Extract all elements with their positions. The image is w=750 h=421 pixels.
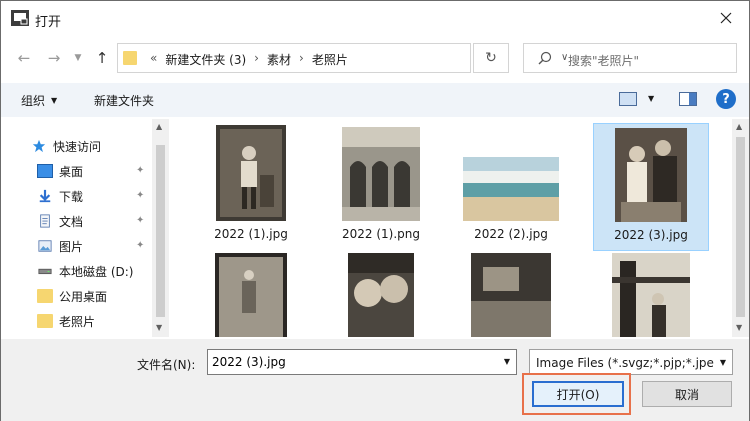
address-bar[interactable]: « 新建文件夹 (3) › 素材 › 老照片 ∨ xyxy=(117,43,568,73)
up-arrow-icon: ↑ xyxy=(95,49,109,67)
filename-input[interactable] xyxy=(208,350,488,374)
organize-label: 组织 xyxy=(21,94,46,108)
folder-icon xyxy=(123,51,137,65)
up-button[interactable]: ↑ xyxy=(93,49,111,67)
close-icon xyxy=(720,12,732,24)
sidebar-item-label: 公用桌面 xyxy=(59,289,108,304)
folder-icon xyxy=(37,289,53,303)
scrollbar-thumb[interactable] xyxy=(736,137,745,317)
breadcrumb-separator[interactable]: › xyxy=(250,51,263,68)
chevron-down-icon[interactable]: ▼ xyxy=(714,350,732,374)
scroll-up-icon[interactable]: ▲ xyxy=(156,122,162,131)
photo-thumbnail xyxy=(216,125,286,221)
photo-thumbnail xyxy=(215,253,287,337)
file-name: 2022 (2).jpg xyxy=(474,227,548,241)
sidebar-item-label: 桌面 xyxy=(59,164,84,179)
scroll-down-icon[interactable]: ▼ xyxy=(736,323,742,332)
photo-thumbnail xyxy=(612,253,690,337)
breadcrumb-item[interactable]: 素材 xyxy=(263,51,295,68)
file-name: 2022 (1).png xyxy=(341,227,420,241)
breadcrumb-item[interactable]: 老照片 xyxy=(308,51,352,68)
photo-thumbnail xyxy=(615,128,687,222)
file-item[interactable] xyxy=(593,253,709,337)
desktop-icon xyxy=(37,164,53,178)
breadcrumb-item[interactable]: 新建文件夹 (3) xyxy=(161,51,250,68)
refresh-button[interactable]: ↻ xyxy=(473,43,509,73)
breadcrumb-overflow[interactable]: « xyxy=(146,51,161,68)
pin-icon: ✦ xyxy=(136,240,145,251)
new-folder-button[interactable]: 新建文件夹 xyxy=(94,92,154,109)
view-options-chevron-icon[interactable]: ▼ xyxy=(648,94,654,103)
file-type-select[interactable]: Image Files (*.svgz;*.pjp;*.jpeg ▼ xyxy=(529,349,733,375)
file-item[interactable]: 2022 (2).jpg xyxy=(453,123,569,251)
pictures-icon xyxy=(38,240,52,252)
filename-field[interactable]: ▼ xyxy=(207,349,517,375)
search-placeholder: 搜索"老照片" xyxy=(568,54,640,68)
file-item[interactable] xyxy=(323,253,439,337)
file-list: 2022 (1).jpg 2022 (1).png 2022 (2).jpg 2… xyxy=(171,119,731,337)
file-type-value: Image Files (*.svgz;*.pjp;*.jpeg xyxy=(536,356,722,370)
sidebar-item-label: 图片 xyxy=(59,239,84,254)
file-item[interactable]: 2022 (1).jpg xyxy=(193,123,309,251)
chevron-down-icon[interactable]: ▼ xyxy=(504,357,510,366)
close-button[interactable] xyxy=(703,1,749,35)
download-icon xyxy=(39,189,51,203)
open-file-dialog: 打开 ← → ▼ ↑ « 新建文件夹 (3) › 素材 › 老照片 ∨ ↻ 搜索… xyxy=(0,0,750,421)
filename-label: 文件名(N): xyxy=(137,358,196,372)
sidebar-item-label: 本地磁盘 (D:) xyxy=(59,264,134,279)
help-icon[interactable]: ? xyxy=(716,89,736,109)
back-arrow-icon: ← xyxy=(17,49,31,67)
preview-pane-icon[interactable] xyxy=(679,92,697,106)
file-name: 2022 (3).jpg xyxy=(614,228,688,242)
file-item-selected[interactable]: 2022 (3).jpg xyxy=(593,123,709,251)
search-input[interactable]: 搜索"老照片" xyxy=(523,43,737,73)
folder-icon xyxy=(37,314,53,328)
navigation-pane: 快速访问 桌面 ✦ 下载 ✦ 文档 ✦ 图片 ✦ 本地磁盘 (D:) 公用桌面 xyxy=(1,119,169,337)
organize-button[interactable]: 组织 ▼ xyxy=(21,92,57,109)
title-bar: 打开 xyxy=(1,1,749,37)
bottom-panel: 文件名(N): ▼ Image Files (*.svgz;*.pjp;*.jp… xyxy=(1,339,749,421)
document-icon xyxy=(40,214,50,228)
view-mode-icon[interactable] xyxy=(619,92,637,106)
file-item[interactable]: 2022 (1).png xyxy=(323,123,439,251)
photo-thumbnail xyxy=(348,253,414,337)
scroll-down-icon[interactable]: ▼ xyxy=(156,323,162,332)
file-item[interactable] xyxy=(453,253,569,337)
open-button[interactable]: 打开(O) xyxy=(532,381,624,407)
chevron-down-icon: ▼ xyxy=(74,53,82,63)
photo-thumbnail xyxy=(471,253,551,337)
forward-button[interactable]: → xyxy=(45,49,63,67)
file-item[interactable] xyxy=(193,253,309,337)
breadcrumb-separator[interactable]: › xyxy=(295,51,308,68)
window-title: 打开 xyxy=(35,15,62,30)
drive-icon xyxy=(38,268,52,275)
sidebar-item-label: 老照片 xyxy=(59,314,96,329)
breadcrumb: « 新建文件夹 (3) › 素材 › 老照片 xyxy=(146,51,352,68)
recent-locations-button[interactable]: ▼ xyxy=(69,49,87,67)
refresh-icon: ↻ xyxy=(485,50,497,66)
pin-icon: ✦ xyxy=(136,165,145,176)
forward-arrow-icon: → xyxy=(47,49,61,67)
scroll-up-icon[interactable]: ▲ xyxy=(736,122,742,131)
file-name: 2022 (1).jpg xyxy=(214,227,288,241)
scrollbar-thumb[interactable] xyxy=(156,145,165,317)
back-button[interactable]: ← xyxy=(15,49,33,67)
sidebar-item-label: 文档 xyxy=(59,214,84,229)
chevron-down-icon: ▼ xyxy=(51,96,58,105)
file-list-scrollbar[interactable]: ▲ ▼ xyxy=(732,119,749,337)
sidebar-item-label: 快速访问 xyxy=(53,139,102,154)
pin-icon: ✦ xyxy=(136,190,145,201)
photo-thumbnail xyxy=(463,157,559,221)
photo-thumbnail xyxy=(342,127,420,221)
command-bar: 组织 ▼ 新建文件夹 ▼ ? xyxy=(1,83,749,117)
navigation-scrollbar[interactable]: ▲ ▼ xyxy=(152,119,169,337)
sidebar-item-label: 下载 xyxy=(59,189,84,204)
address-row: ← → ▼ ↑ « 新建文件夹 (3) › 素材 › 老照片 ∨ ↻ 搜索"老照… xyxy=(1,41,749,77)
search-icon xyxy=(538,51,552,65)
pin-icon: ✦ xyxy=(136,215,145,226)
star-icon xyxy=(32,139,46,153)
app-icon xyxy=(11,10,29,26)
cancel-button[interactable]: 取消 xyxy=(642,381,732,407)
